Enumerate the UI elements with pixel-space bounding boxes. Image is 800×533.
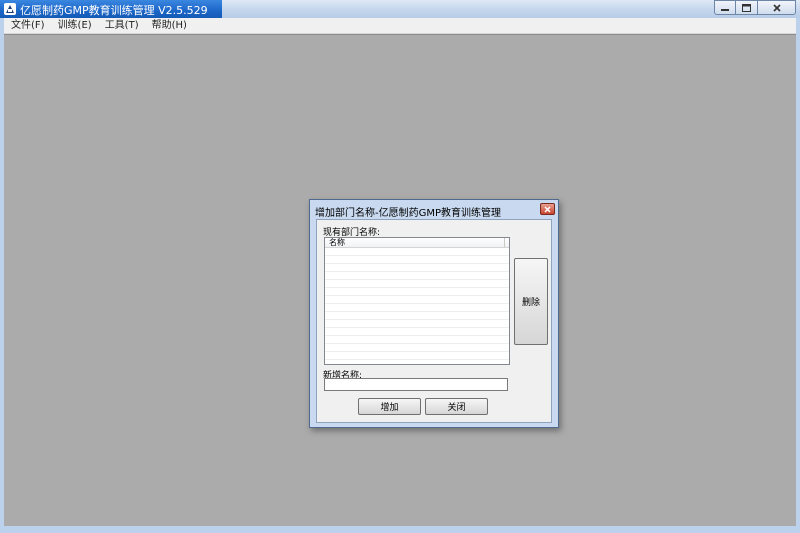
restore-button[interactable] (736, 0, 758, 15)
dialog-title: 增加部门名称-亿愿制药GMP教育训练管理 (315, 208, 502, 219)
add-button[interactable]: 增加 (358, 398, 421, 415)
window-title: 亿愿制药GMP教育训练管理 V2.5.529 (20, 4, 208, 17)
dialog-close-button[interactable] (540, 203, 555, 215)
close-icon (544, 205, 551, 213)
dialog-title-bar[interactable]: 增加部门名称-亿愿制药GMP教育训练管理 (310, 200, 558, 219)
menu-training[interactable]: 训练(E) (51, 18, 98, 33)
window-controls (714, 0, 796, 16)
restore-icon (742, 3, 751, 12)
minimize-icon (721, 8, 729, 11)
list-header: 名称 (325, 238, 509, 248)
new-name-input[interactable] (324, 378, 508, 391)
close-icon (772, 3, 781, 12)
minimize-button[interactable] (714, 0, 736, 15)
title-bar[interactable]: 亿愿制药GMP教育训练管理 V2.5.529 (0, 0, 800, 18)
close-dialog-button[interactable]: 关闭 (425, 398, 488, 415)
menu-help[interactable]: 帮助(H) (145, 18, 193, 33)
menu-bar: 文件(F) 训练(E) 工具(T) 帮助(H) (4, 18, 796, 34)
app-icon[interactable] (4, 3, 16, 15)
title-highlight: 亿愿制药GMP教育训练管理 V2.5.529 (0, 0, 222, 18)
add-department-dialog: 增加部门名称-亿愿制药GMP教育训练管理 现有部门名称: 名称 删除 新增名称:… (309, 199, 559, 428)
close-button[interactable] (758, 0, 796, 15)
window-bottom-border (0, 526, 800, 533)
list-rows[interactable] (325, 248, 509, 364)
column-header-name[interactable]: 名称 (325, 238, 505, 247)
delete-button[interactable]: 删除 (514, 258, 548, 345)
dialog-body: 现有部门名称: 名称 删除 新增名称: 增加 关闭 (316, 219, 552, 423)
menu-tools[interactable]: 工具(T) (98, 18, 145, 33)
menu-file[interactable]: 文件(F) (4, 18, 51, 33)
department-list[interactable]: 名称 (324, 237, 510, 365)
